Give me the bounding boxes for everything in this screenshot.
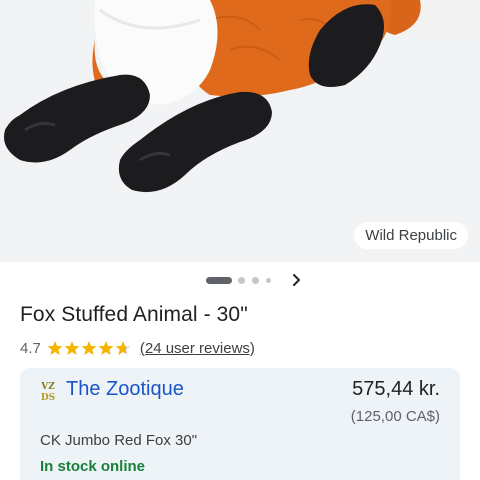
svg-text:DS: DS [41, 393, 55, 402]
product-image[interactable]: Wild Republic [0, 0, 480, 262]
reviews-link[interactable]: (24 user reviews) [140, 340, 255, 357]
rating-value: 4.7 [20, 339, 41, 357]
stock-status: In stock online [40, 458, 146, 475]
rating-row: 4.7 (24 user reviews) [20, 338, 255, 358]
star-full-icon [47, 341, 63, 355]
merchant-name[interactable]: The Zootique [66, 378, 184, 401]
star-rating [47, 340, 132, 356]
star-full-icon [64, 341, 80, 355]
offer-card[interactable]: VZ DS The Zootique 575,44 kr. (125,00 CA… [20, 368, 460, 480]
product-title: Fox Stuffed Animal - 30" [20, 303, 248, 326]
chevron-right-icon[interactable] [289, 270, 305, 290]
offer-price: 575,44 kr. [352, 378, 440, 400]
carousel-dot[interactable] [252, 277, 259, 284]
carousel-dot-active[interactable] [206, 277, 232, 284]
merchant-logo: VZ DS [40, 380, 56, 403]
offer-product-name: CK Jumbo Red Fox 30" [40, 432, 198, 449]
star-full-icon [81, 341, 97, 355]
carousel-dot[interactable] [238, 277, 245, 284]
image-carousel-indicator [0, 268, 480, 292]
offer-original-price: (125,00 CA$) [350, 408, 440, 425]
carousel-dot[interactable] [266, 278, 271, 283]
star-partial-icon [115, 341, 131, 355]
svg-text:VZ: VZ [40, 382, 55, 392]
brand-chip[interactable]: Wild Republic [354, 222, 468, 249]
star-full-icon [98, 341, 114, 355]
